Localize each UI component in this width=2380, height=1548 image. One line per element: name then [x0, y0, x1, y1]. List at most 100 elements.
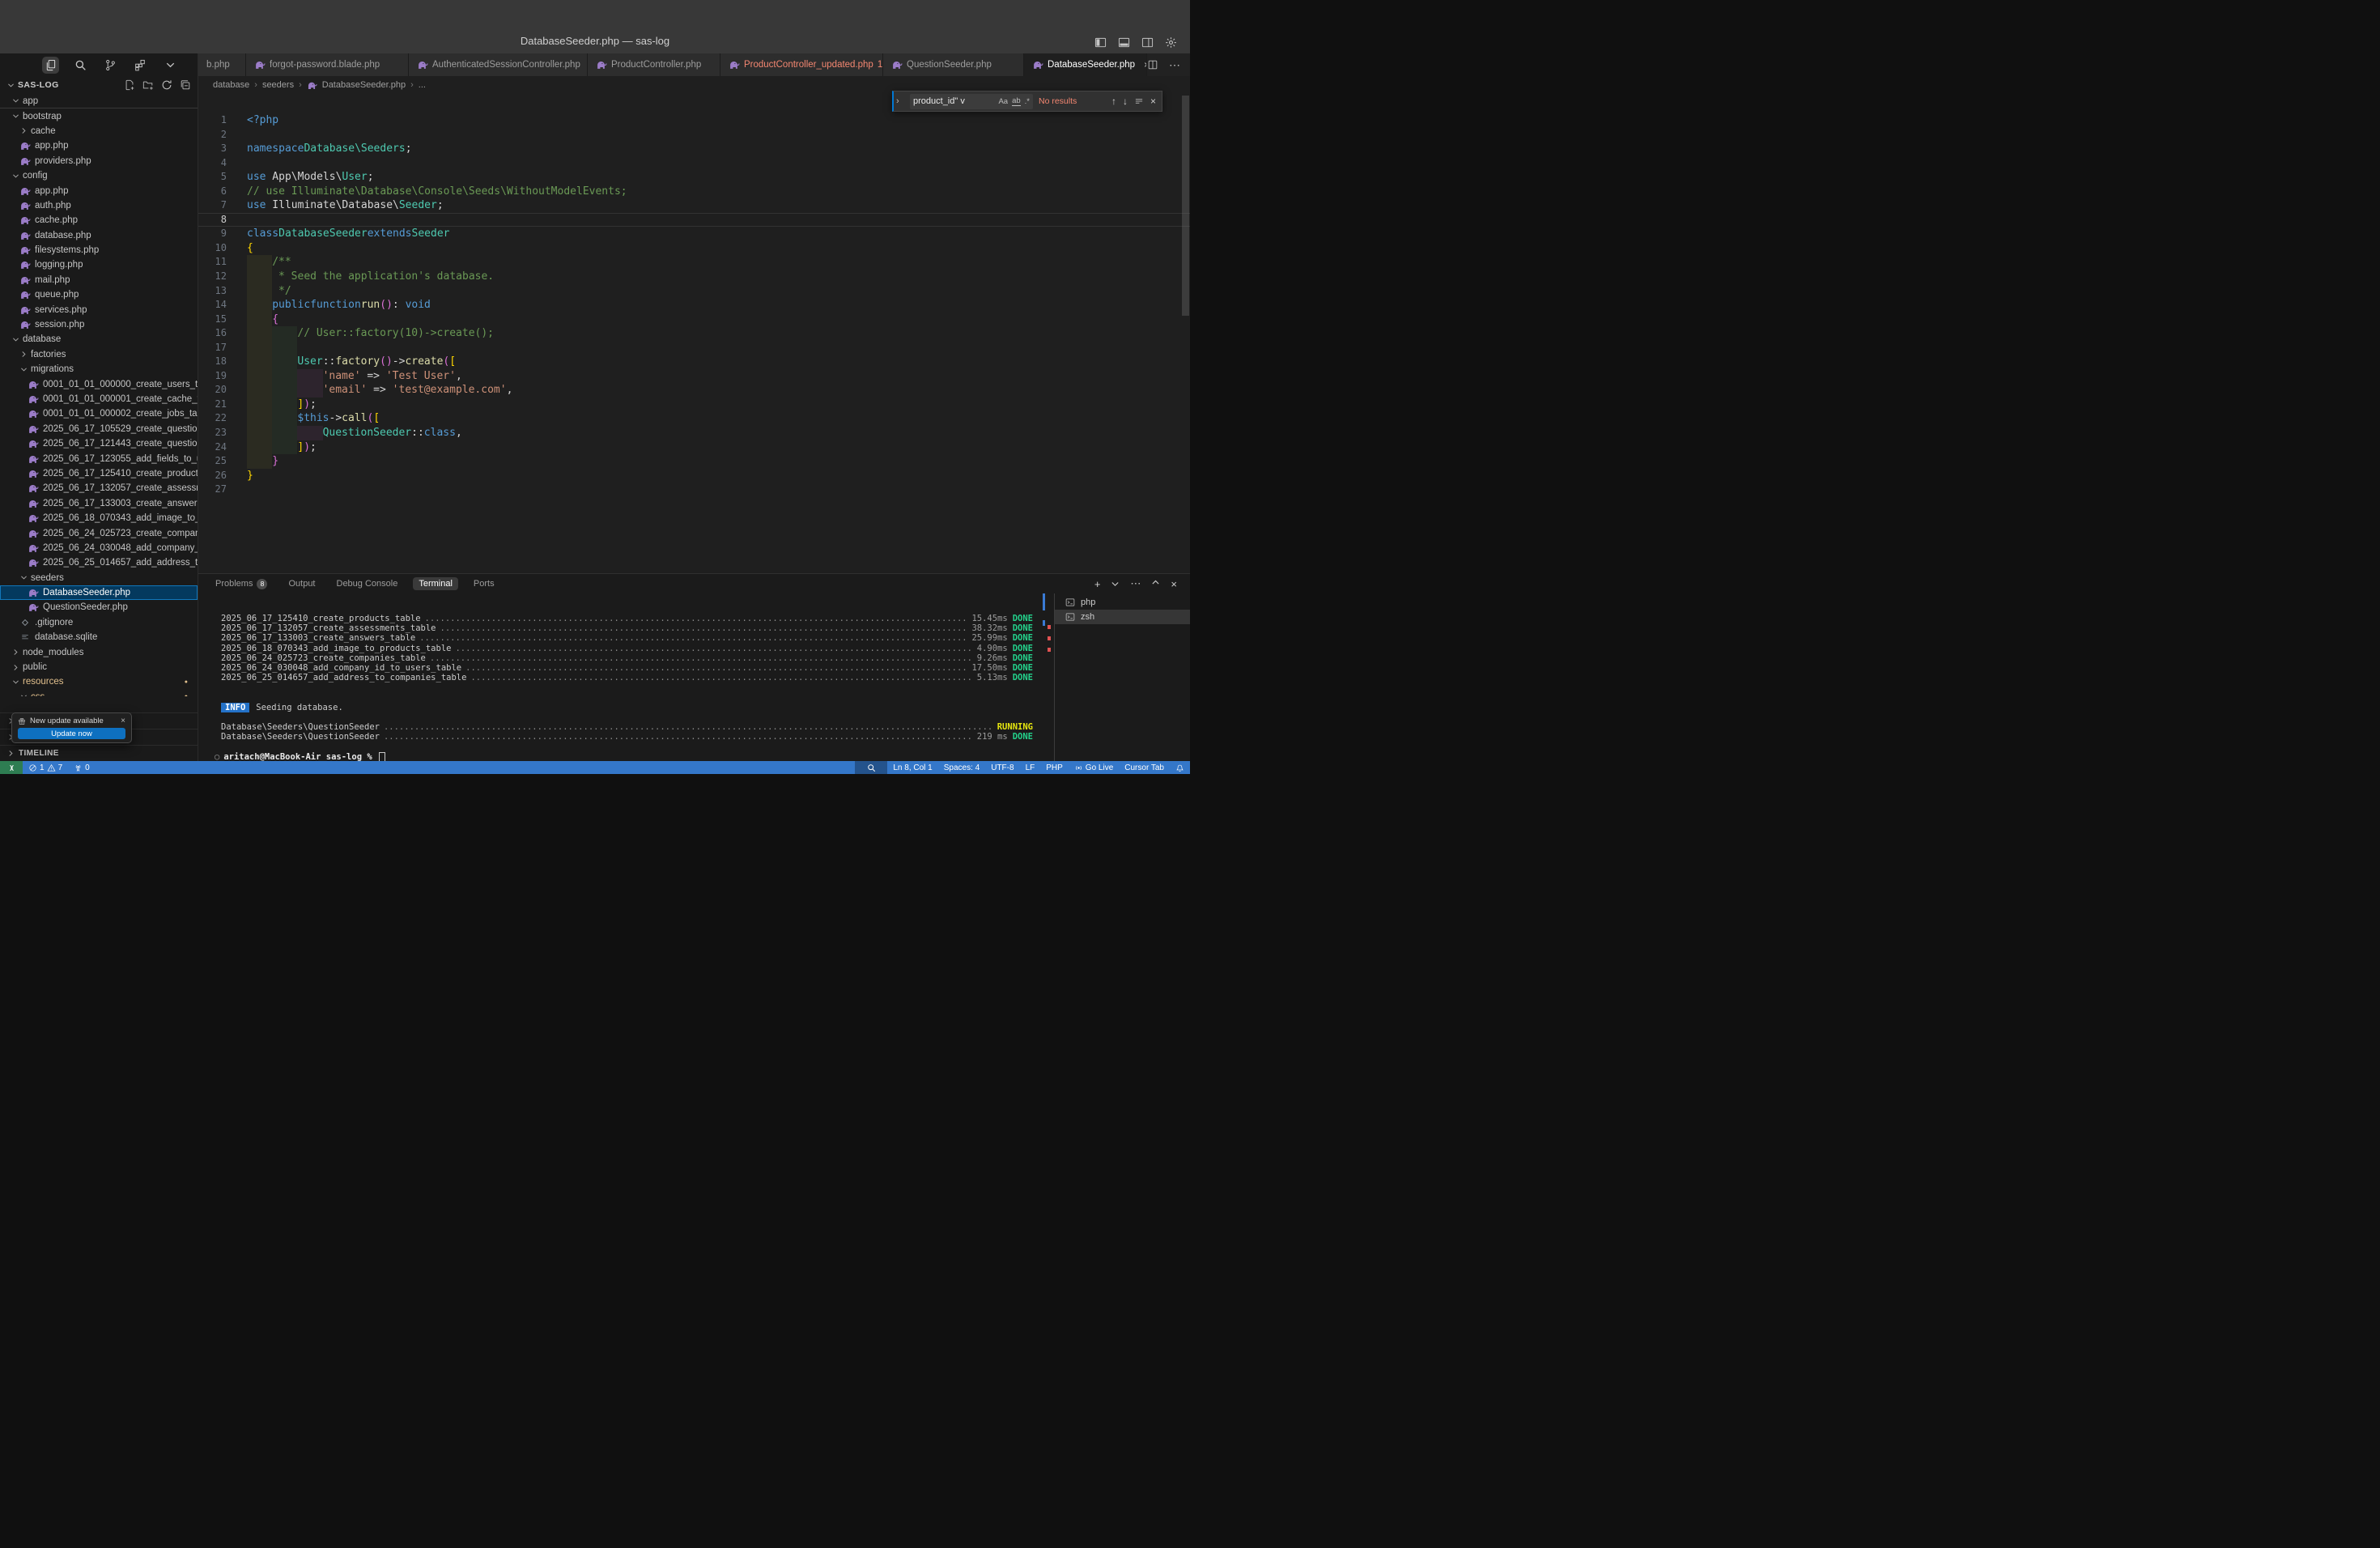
panel-tab-problems[interactable]: Problems8	[210, 577, 273, 591]
notification-close-icon[interactable]: ×	[121, 717, 125, 725]
code-line-content[interactable]: public function run(): void	[247, 298, 431, 313]
code-line-content[interactable]: <?php	[247, 113, 278, 128]
code-line-content[interactable]: $this->call([	[247, 411, 380, 426]
panel-tab-ports[interactable]: Ports	[468, 577, 500, 590]
editor-tab[interactable]: QuestionSeeder.php	[883, 53, 1024, 76]
tree-item[interactable]: migrations	[0, 362, 198, 376]
code-line-content[interactable]: namespace Database\Seeders;	[247, 142, 412, 156]
tree-item[interactable]: 2025_06_17_133003_create_answers_...	[0, 496, 198, 511]
tree-item[interactable]: 0001_01_01_000002_create_jobs_tab...	[0, 406, 198, 421]
problems-status[interactable]: 1 7	[23, 761, 68, 774]
code-line[interactable]: 14public function run(): void	[198, 298, 1190, 313]
code-line[interactable]: 7use Illuminate\Database\Seeder;	[198, 198, 1190, 213]
code-line-content[interactable]: use Illuminate\Database\Seeder;	[247, 198, 444, 213]
language-mode[interactable]: PHP	[1040, 761, 1069, 774]
find-next-icon[interactable]: ↓	[1123, 96, 1128, 107]
extensions-icon[interactable]	[132, 57, 149, 74]
code-line[interactable]: 12 * Seed the application's database.	[198, 270, 1190, 284]
tree-item[interactable]: mail.php	[0, 273, 198, 287]
tree-item[interactable]: 0001_01_01_000001_create_cache_ta...	[0, 392, 198, 406]
tree-item[interactable]: database.sqlite	[0, 630, 198, 644]
toggle-primary-sidebar-icon[interactable]	[1094, 36, 1107, 49]
code-line[interactable]: 22$this->call([	[198, 411, 1190, 426]
code-line[interactable]: 17	[198, 341, 1190, 355]
encoding[interactable]: UTF-8	[985, 761, 1019, 774]
code-line-content[interactable]: use App\Models\User;	[247, 170, 374, 185]
code-line-content[interactable]: {	[247, 241, 253, 256]
code-line[interactable]: 4	[198, 156, 1190, 171]
cursor-tab-status[interactable]: Cursor Tab	[1119, 761, 1170, 774]
code-line[interactable]: 19'name' => 'Test User',	[198, 369, 1190, 384]
editor-tab[interactable]: ProductController.php	[588, 53, 720, 76]
tree-item[interactable]: 2025_06_18_070343_add_image_to_...	[0, 511, 198, 525]
code-line-content[interactable]: {	[247, 313, 278, 327]
tree-item[interactable]: cache.php	[0, 213, 198, 228]
search-icon[interactable]	[72, 57, 89, 74]
editor-tab[interactable]: b.php	[198, 53, 246, 76]
refresh-explorer-icon[interactable]	[161, 79, 172, 91]
tree-item[interactable]: .gitignore	[0, 615, 198, 630]
tree-item[interactable]: resources●	[0, 674, 198, 689]
code-line-content[interactable]: // User::factory(10)->create();	[247, 326, 494, 341]
tree-item[interactable]: 0001_01_01_000000_create_users_ta...	[0, 376, 198, 391]
tree-item[interactable]: app	[0, 94, 198, 108]
editor-tab[interactable]: DatabaseSeeder.php×	[1024, 53, 1147, 76]
tree-item[interactable]: css●	[0, 690, 198, 696]
code-line-content[interactable]	[247, 341, 297, 355]
panel-tab-terminal[interactable]: Terminal	[413, 577, 458, 590]
tree-item[interactable]: queue.php	[0, 287, 198, 302]
find-input[interactable]: product_id" v Aa ab .*	[910, 94, 1033, 109]
code-line[interactable]: 1<?php	[198, 113, 1190, 128]
more-actions-icon[interactable]: ⋯	[1130, 577, 1141, 590]
code-line[interactable]: 11/**	[198, 255, 1190, 270]
tree-item[interactable]: config	[0, 168, 198, 183]
tree-item[interactable]: factories	[0, 347, 198, 362]
terminal-dropdown-icon[interactable]	[1110, 579, 1120, 589]
code-line[interactable]: 20'email' => 'test@example.com',	[198, 383, 1190, 398]
settings-gear-icon[interactable]	[1165, 36, 1177, 49]
code-line-content[interactable]: class DatabaseSeeder extends Seeder	[247, 227, 449, 241]
tree-item[interactable]: session.php	[0, 317, 198, 332]
tree-item[interactable]: services.php	[0, 302, 198, 317]
code-line[interactable]: 3namespace Database\Seeders;	[198, 142, 1190, 156]
tree-item[interactable]: 2025_06_25_014657_add_address_to...	[0, 555, 198, 570]
status-search[interactable]	[855, 761, 887, 774]
tree-item[interactable]: cache	[0, 124, 198, 138]
explorer-icon[interactable]	[42, 57, 59, 74]
code-line-content[interactable]: /**	[247, 255, 291, 270]
code-line[interactable]: 15{	[198, 313, 1190, 327]
maximize-panel-icon[interactable]	[1150, 577, 1161, 590]
code-line-content[interactable]: }	[247, 454, 278, 469]
code-line[interactable]: 5use App\Models\User;	[198, 170, 1190, 185]
match-case-toggle[interactable]: Aa	[998, 97, 1008, 106]
remote-indicator[interactable]	[0, 761, 23, 774]
code-line[interactable]: 24]);	[198, 440, 1190, 455]
code-line-content[interactable]: ]);	[247, 398, 317, 412]
tree-item[interactable]: 2025_06_17_132057_create_assessme...	[0, 481, 198, 495]
toggle-secondary-sidebar-icon[interactable]	[1141, 36, 1154, 49]
code-line[interactable]: 18User::factory()->create([	[198, 355, 1190, 369]
whole-word-toggle[interactable]: ab	[1012, 96, 1021, 106]
tree-item[interactable]: 2025_06_24_025723_create_compan...	[0, 525, 198, 540]
editor-tab[interactable]: forgot-password.blade.php	[246, 53, 409, 76]
tree-item[interactable]: app.php	[0, 138, 198, 153]
eol-sequence[interactable]: LF	[1020, 761, 1041, 774]
code-line-content[interactable]: QuestionSeeder::class,	[247, 426, 462, 440]
tree-item[interactable]: auth.php	[0, 198, 198, 213]
code-line[interactable]: 9class DatabaseSeeder extends Seeder	[198, 227, 1190, 241]
find-in-selection-icon[interactable]	[1134, 96, 1144, 106]
code-line-content[interactable]: */	[247, 284, 291, 299]
find-expand-chevron-icon[interactable]: ›	[896, 96, 904, 106]
tree-item[interactable]: database	[0, 332, 198, 347]
code-line[interactable]: 21]);	[198, 398, 1190, 412]
tree-item[interactable]: 2025_06_17_105529_create_question...	[0, 422, 198, 436]
code-line-content[interactable]: User::factory()->create([	[247, 355, 456, 369]
code-line-content[interactable]: 'email' => 'test@example.com',	[247, 383, 512, 398]
tree-item[interactable]: bootstrap	[0, 108, 198, 123]
tab-close-icon[interactable]: ×	[1139, 59, 1147, 70]
breadcrumb-item[interactable]: DatabaseSeeder.php	[322, 80, 406, 90]
code-line[interactable]: 23QuestionSeeder::class,	[198, 426, 1190, 440]
terminal-tab-php[interactable]: php	[1055, 595, 1190, 610]
code-line[interactable]: 6// use Illuminate\Database\Console\Seed…	[198, 185, 1190, 199]
toggle-panel-icon[interactable]	[1118, 36, 1130, 49]
